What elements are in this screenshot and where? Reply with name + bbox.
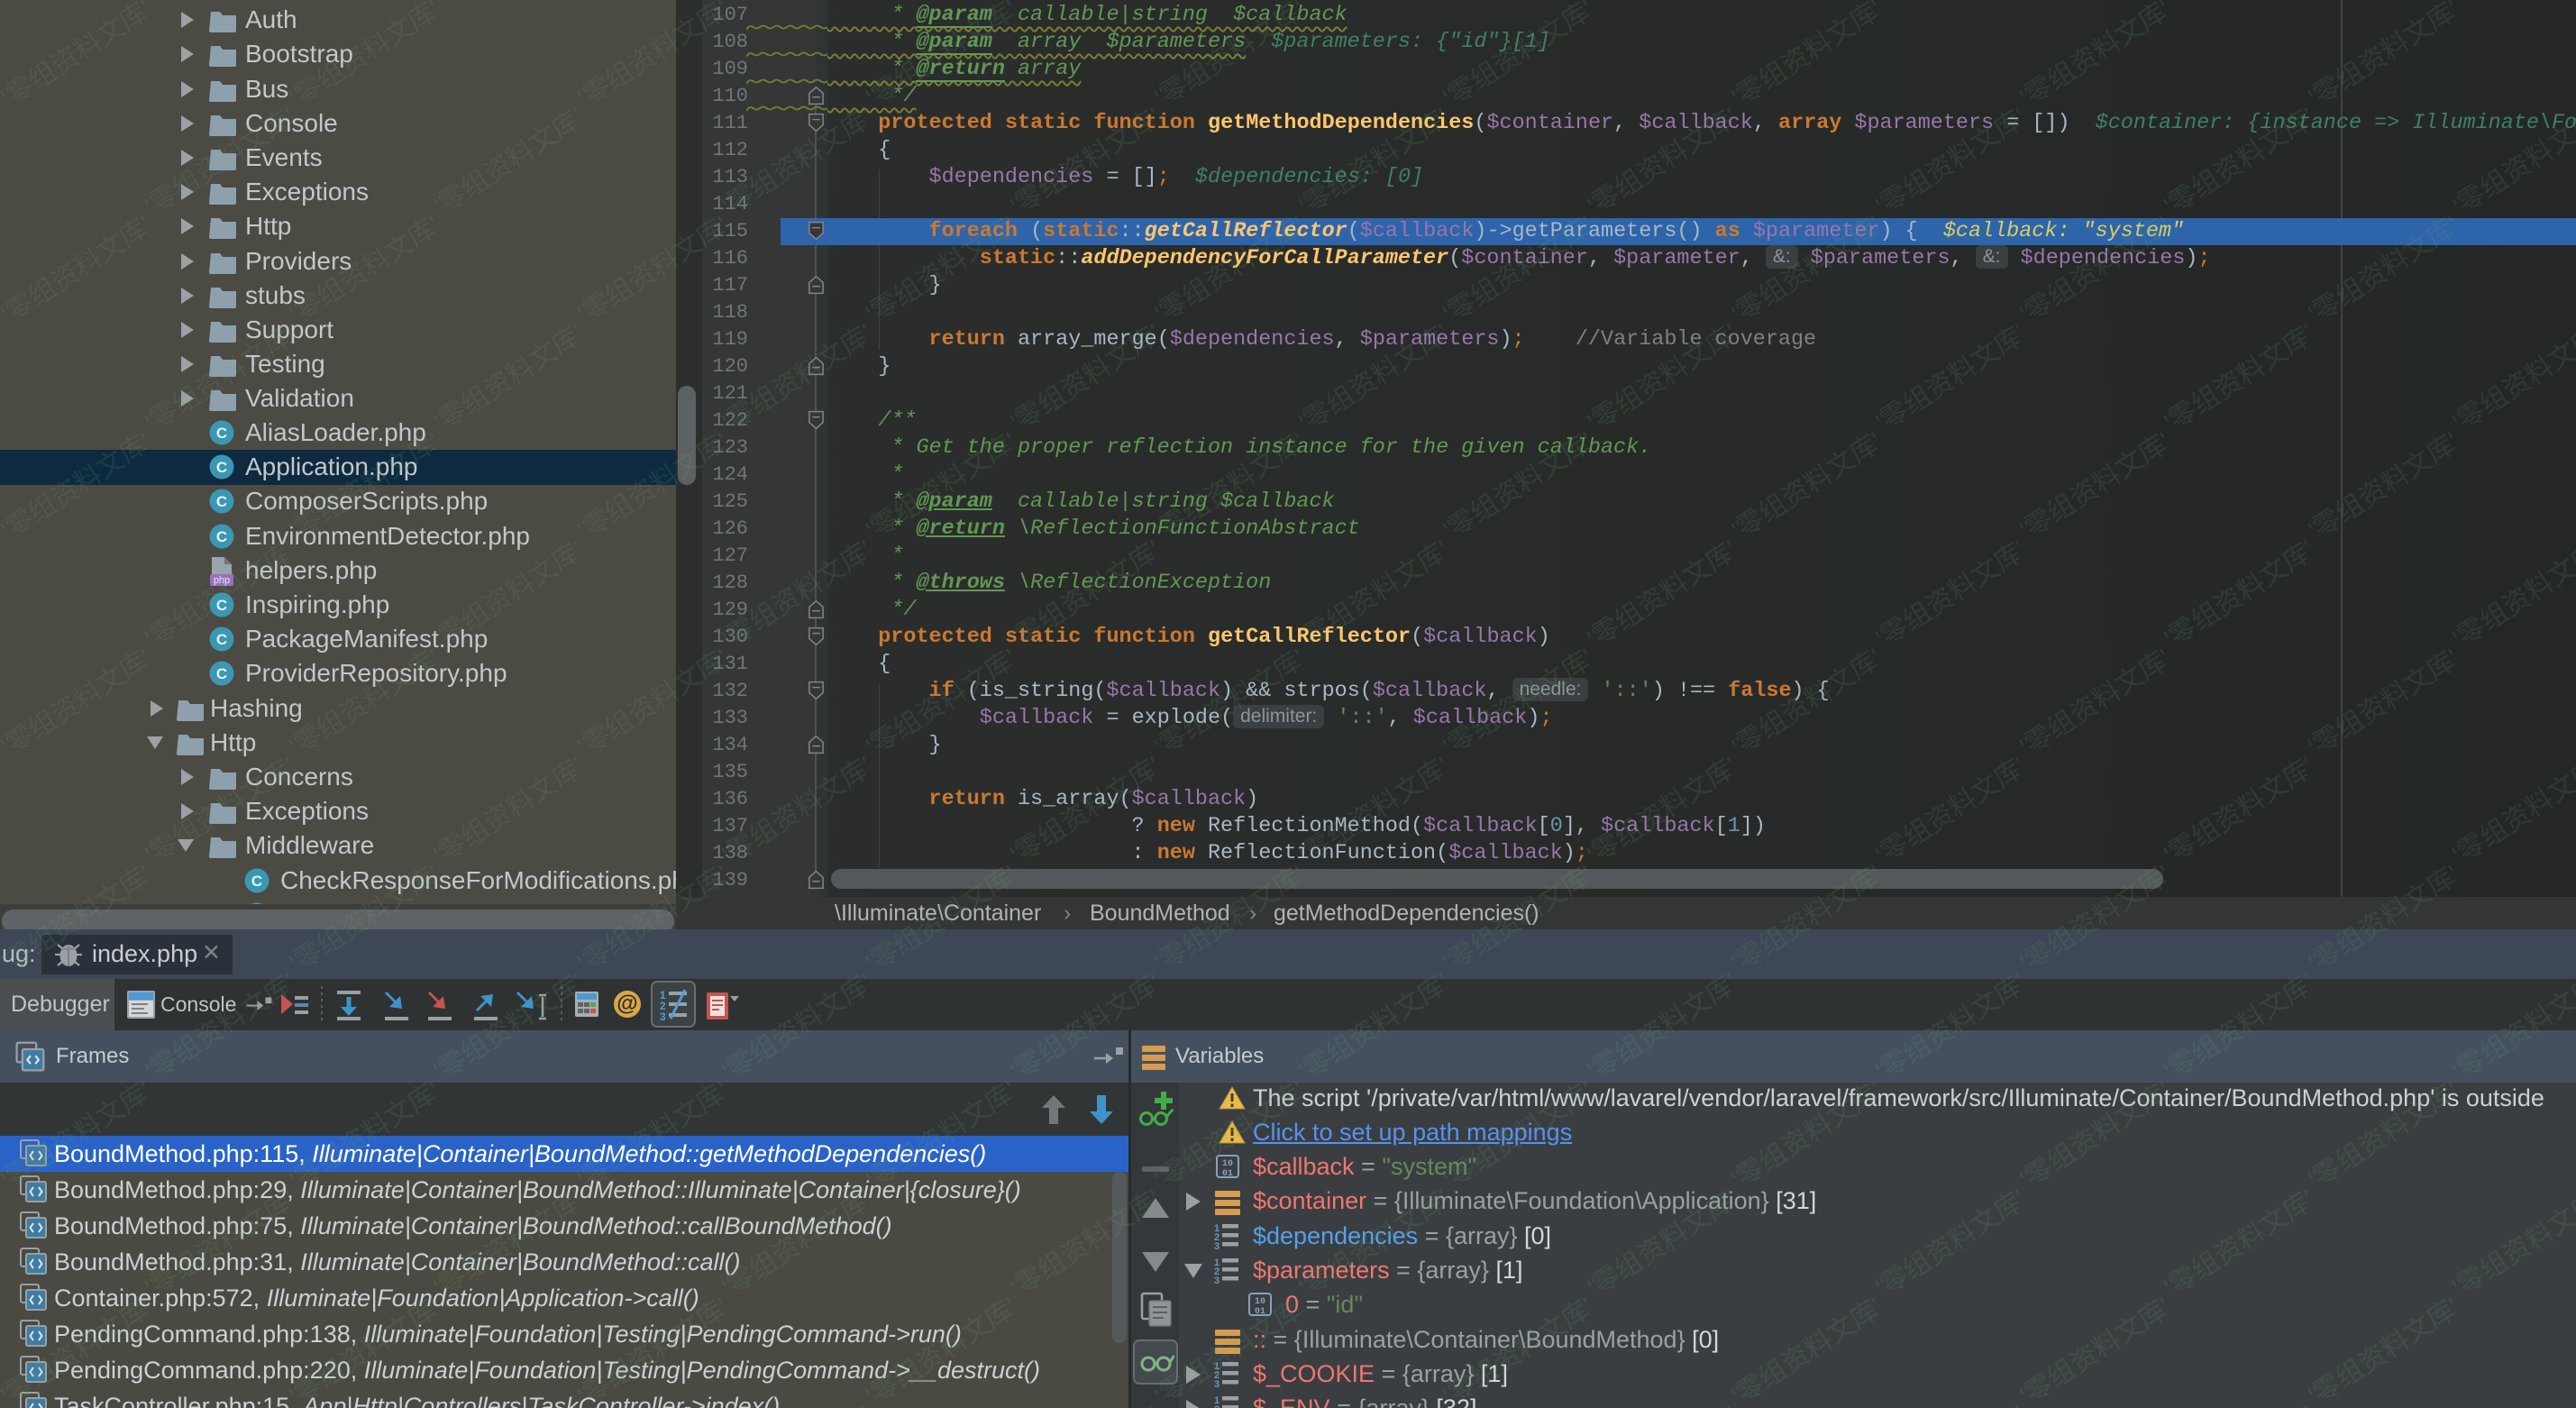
svg-text:10: 10: [1255, 1297, 1265, 1307]
svg-text:01: 01: [1222, 1169, 1233, 1179]
svg-text:3: 3: [660, 1010, 666, 1020]
svg-text:C: C: [216, 459, 227, 476]
svg-text:10: 10: [1222, 1159, 1233, 1169]
svg-text:C: C: [216, 528, 227, 545]
svg-text:C: C: [251, 873, 262, 890]
svg-text:2: 2: [1214, 1404, 1219, 1408]
svg-text:3: 3: [1214, 1275, 1219, 1284]
svg-text:C: C: [216, 425, 227, 442]
svg-text:3: 3: [1214, 1379, 1219, 1387]
svg-text:C: C: [216, 631, 227, 648]
svg-text:php: php: [214, 575, 230, 586]
svg-text:C: C: [216, 493, 227, 510]
svg-text:3: 3: [1214, 1241, 1219, 1249]
svg-text:C: C: [216, 665, 227, 682]
svg-text:C: C: [216, 597, 227, 614]
svg-text:01: 01: [1255, 1307, 1265, 1317]
